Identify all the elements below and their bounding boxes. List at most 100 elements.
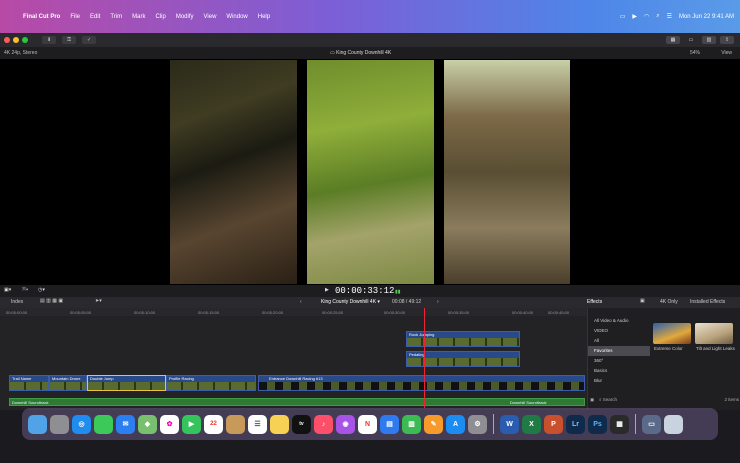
screen-icon[interactable]: ▭ xyxy=(620,13,626,20)
music-icon[interactable]: ♪ xyxy=(314,414,333,434)
effect-thumb-extreme-color[interactable] xyxy=(653,323,691,344)
menu-edit[interactable]: Edit xyxy=(90,14,100,20)
wifi-icon[interactable]: ◠ xyxy=(644,13,649,20)
mail-icon[interactable]: ✉ xyxy=(116,414,135,434)
ruler-tick: 00:00:35:00 xyxy=(448,310,470,315)
menu-help[interactable]: Help xyxy=(258,14,270,20)
clip-profile-racing[interactable]: Profile Racing xyxy=(166,375,256,391)
facetime-icon[interactable]: ▶ xyxy=(182,414,201,434)
menu-view[interactable]: View xyxy=(204,14,217,20)
close-window-button[interactable] xyxy=(4,37,10,43)
reminders-icon[interactable]: ☰ xyxy=(248,414,267,434)
dock-separator xyxy=(635,414,636,434)
control-center-icon[interactable]: ☰ xyxy=(667,13,672,20)
category-basics[interactable]: Basics xyxy=(588,366,650,376)
background-tasks-button[interactable]: ✓ xyxy=(82,36,97,44)
effect-thumb-tilt-light-leaks[interactable] xyxy=(695,323,733,344)
ruler-tick: 00:00:30:00 xyxy=(384,310,406,315)
downloads-stack-icon[interactable]: ▭ xyxy=(642,414,661,434)
category-all[interactable]: All xyxy=(588,336,650,346)
photos-icon[interactable]: ✿ xyxy=(160,414,179,434)
timeline-ruler[interactable]: 00:00:00:00 00:00:05:00 00:00:10:00 00:0… xyxy=(0,308,587,316)
clock-label[interactable]: Mon Jun 22 9:41 AM xyxy=(679,14,734,20)
zoom-dropdown[interactable]: 54% xyxy=(690,50,700,56)
timecode-display[interactable]: 00:00:33:12 xyxy=(335,286,394,296)
clip-appearance-icon[interactable]: ▤ ▥ ▦ ▣ xyxy=(40,298,63,304)
index-button[interactable]: Index xyxy=(11,299,23,305)
podcasts-icon[interactable]: ◉ xyxy=(336,414,355,434)
menu-file[interactable]: File xyxy=(70,14,80,20)
timeline-header: Index ▤ ▥ ▦ ▣ ➤▾ ‹ King County Downhill … xyxy=(0,297,740,308)
timeline-toggle[interactable]: ▥ xyxy=(702,36,716,44)
transform-icon[interactable]: ⤧▾ xyxy=(22,287,28,293)
final-cut-pro-icon[interactable]: ▦ xyxy=(610,414,629,434)
installed-effects-dropdown[interactable]: Installed Effects xyxy=(690,299,725,305)
inspector-toggle[interactable]: ▭ xyxy=(684,36,698,44)
ruler-tick: 00:00:15:00 xyxy=(198,310,220,315)
menu-modify[interactable]: Modify xyxy=(176,14,194,20)
category-360[interactable]: 360° xyxy=(588,356,650,366)
effects-browser: All Video & Audio VIDEO All Favorites 36… xyxy=(587,308,740,410)
timeline[interactable]: 00:00:00:00 00:00:05:00 00:00:10:00 00:0… xyxy=(0,308,587,410)
play-button-icon[interactable]: ▶ xyxy=(325,287,329,293)
sidebar-toggle-icon[interactable]: ▣ xyxy=(590,397,594,403)
notes-icon[interactable] xyxy=(270,414,289,434)
app-store-icon[interactable]: A xyxy=(446,414,465,434)
play-icon[interactable]: ▶ xyxy=(632,13,637,20)
playhead[interactable] xyxy=(424,308,425,408)
menu-mark[interactable]: Mark xyxy=(132,14,145,20)
category-all-video-audio[interactable]: All Video & Audio xyxy=(588,316,650,326)
clip-trail-name[interactable]: Trail Name xyxy=(9,375,49,391)
launchpad-icon[interactable] xyxy=(50,414,69,434)
forward-arrow-icon[interactable]: › xyxy=(437,299,439,305)
select-tool-icon[interactable]: ➤▾ xyxy=(95,298,102,304)
speed-icon[interactable]: ◷▾ xyxy=(38,287,45,293)
app-menu[interactable]: Final Cut Pro xyxy=(23,14,60,20)
4k-only-toggle[interactable]: 4K Only xyxy=(660,299,678,305)
maps-icon[interactable]: ◆ xyxy=(138,414,157,434)
status-area: ▭ ▶ ◠ ⌕ ☰ Mon Jun 22 9:41 AM xyxy=(620,0,734,33)
menu-trim[interactable]: Trim xyxy=(110,14,122,20)
clip-double-jump[interactable]: Double Jump xyxy=(87,375,166,391)
view-dropdown[interactable]: View xyxy=(721,50,732,56)
menu-clip[interactable]: Clip xyxy=(155,14,165,20)
effects-search-input[interactable]: ⌕ Search xyxy=(599,397,617,402)
clip-entrance-downhill-racing[interactable]: Entrance Downhill Racing #13 xyxy=(258,375,585,391)
import-button[interactable]: ⬇ xyxy=(42,36,57,44)
menu-window[interactable]: Window xyxy=(226,14,247,20)
numbers-icon[interactable]: ▥ xyxy=(402,414,421,434)
category-favorites[interactable]: Favorites xyxy=(588,346,650,356)
lightroom-icon[interactable]: Lr xyxy=(566,414,585,434)
audio-clip-soundtrack[interactable]: Downhill Soundtrack Downhill Soundtrack xyxy=(9,398,585,406)
viewer-options-icon[interactable]: ▣▾ xyxy=(4,287,11,293)
photoshop-icon[interactable]: Ps xyxy=(588,414,607,434)
keynote-icon[interactable]: ▤ xyxy=(380,414,399,434)
trash-icon[interactable] xyxy=(664,414,683,434)
news-icon[interactable]: N xyxy=(358,414,377,434)
video-frame-center xyxy=(307,60,434,284)
keyword-button[interactable]: ⚿ xyxy=(62,36,77,44)
search-icon[interactable]: ⌕ xyxy=(656,13,659,20)
pages-icon[interactable]: ✎ xyxy=(424,414,443,434)
zoom-window-button[interactable] xyxy=(22,37,28,43)
video-viewer[interactable] xyxy=(0,59,740,285)
word-icon[interactable]: W xyxy=(500,414,519,434)
back-arrow-icon[interactable]: ‹ xyxy=(300,299,302,305)
system-preferences-icon[interactable]: ⚙ xyxy=(468,414,487,434)
calendar-icon[interactable]: 22 xyxy=(204,414,223,434)
safari-icon[interactable]: ◎ xyxy=(72,414,91,434)
layout-button[interactable]: ▦ xyxy=(666,36,680,44)
category-blur[interactable]: Blur xyxy=(588,376,650,386)
fx-toggle-icon[interactable]: ▣ xyxy=(640,298,645,304)
powerpoint-icon[interactable]: P xyxy=(544,414,563,434)
project-name-dropdown[interactable]: King County Downhill 4K ▾ xyxy=(321,299,380,305)
contacts-icon[interactable] xyxy=(226,414,245,434)
finder-icon[interactable] xyxy=(28,414,47,434)
messages-icon[interactable] xyxy=(94,414,113,434)
apple-tv-icon[interactable]: tv xyxy=(292,414,311,434)
clip-mountain-drone[interactable]: Mountain Drone xyxy=(49,375,87,391)
share-button[interactable]: ⇪ xyxy=(720,36,734,44)
minimize-window-button[interactable] xyxy=(13,37,19,43)
category-video[interactable]: VIDEO xyxy=(588,326,650,336)
excel-icon[interactable]: X xyxy=(522,414,541,434)
